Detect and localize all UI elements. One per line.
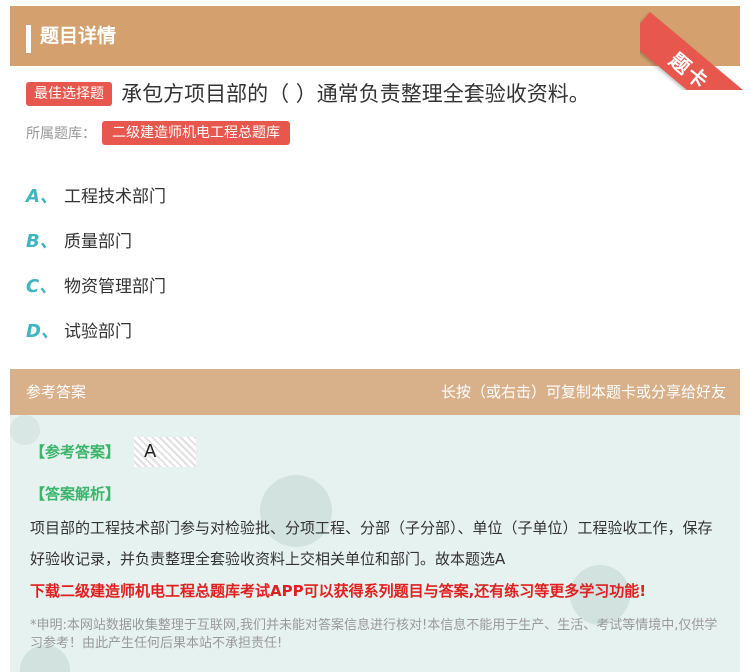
header-accent-bar [26, 25, 31, 53]
disclaimer-text: *申明:本网站数据收集整理于互联网,我们并未能对答案信息进行核对!本信息不能用于… [30, 618, 718, 651]
analysis-label: 【答案解析】 [30, 485, 121, 503]
detail-header: 题目详情 [10, 6, 740, 66]
answer-key-label: 【参考答案】 [30, 443, 121, 461]
question-type-badge: 最佳选择题 [26, 82, 112, 106]
option-text: 工程技术部门 [64, 187, 166, 207]
answer-section-label: 参考答案 [26, 383, 87, 401]
question-bank-row: 所属题库： 二级建造师机电工程总题库 [26, 121, 290, 145]
option-text: 试验部门 [64, 322, 132, 342]
analysis-text: 项目部的工程技术部门参与对检验批、分项工程、分部（子分部）、单位（子单位）工程验… [30, 519, 713, 568]
option-d[interactable]: D、 试验部门 [26, 307, 166, 352]
option-c[interactable]: C、 物资管理部门 [26, 262, 166, 307]
answer-section-header: 参考答案 长按（或右击）可复制本题卡或分享给好友 [10, 369, 740, 415]
ribbon-band: 题卡 [640, 12, 750, 90]
share-hint: 长按（或右击）可复制本题卡或分享给好友 [440, 383, 726, 401]
bank-label: 所属题库： [26, 126, 96, 142]
question-text: 承包方项目部的（ ）通常负责整理全套验收资料。 [121, 82, 590, 106]
question-block: 最佳选择题 承包方项目部的（ ）通常负责整理全套验收资料。 [26, 80, 736, 108]
option-letter: D、 [26, 320, 59, 342]
options-list: A、 工程技术部门 B、 质量部门 C、 物资管理部门 D、 试验部门 [26, 172, 166, 352]
bank-link[interactable]: 二级建造师机电工程总题库 [102, 121, 290, 145]
answer-key-value: A [134, 437, 196, 467]
option-b[interactable]: B、 质量部门 [26, 217, 166, 262]
option-letter: B、 [26, 230, 58, 252]
option-text: 物资管理部门 [64, 277, 166, 297]
option-text: 质量部门 [64, 232, 132, 252]
download-app-link[interactable]: 下载二级建造师机电工程总题库考试APP可以获得系列题目与答案,还有练习等更多学习… [30, 579, 730, 603]
option-letter: A、 [26, 185, 58, 207]
option-letter: C、 [26, 275, 58, 297]
answer-body: 【参考答案】 A 【答案解析】 项目部的工程技术部门参与对检验批、分项工程、分部… [10, 415, 740, 672]
option-a[interactable]: A、 工程技术部门 [26, 172, 166, 217]
header-title: 题目详情 [40, 25, 117, 47]
question-card-ribbon[interactable]: 题卡 [640, 0, 750, 90]
